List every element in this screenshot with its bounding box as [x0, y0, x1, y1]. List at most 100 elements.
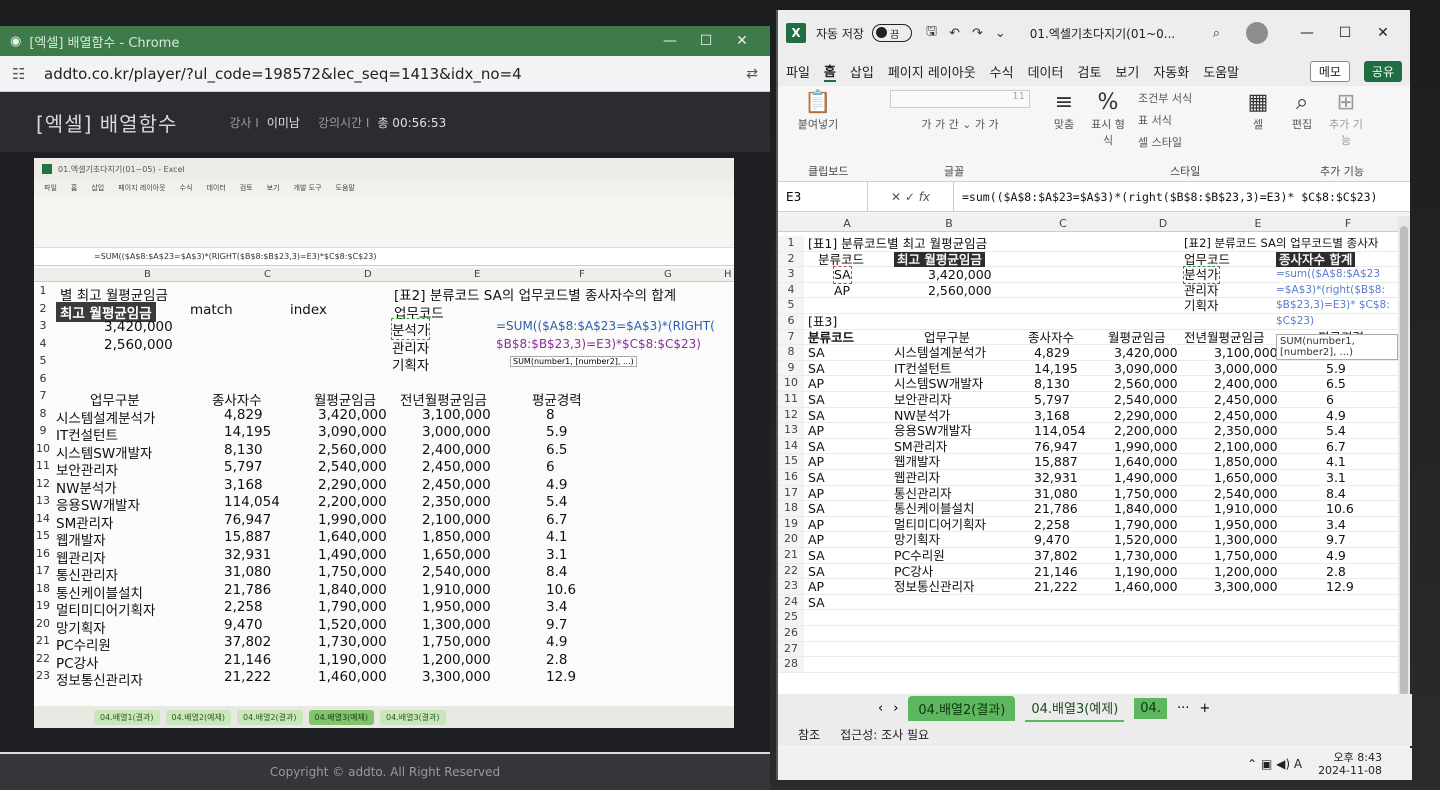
cell[interactable]: 1,190,000: [1114, 564, 1178, 580]
tabs-nav-next[interactable]: ›: [893, 701, 898, 716]
cell[interactable]: 2,450,000: [1214, 392, 1278, 408]
cell[interactable]: $C$23): [1276, 314, 1314, 330]
cell[interactable]: 1,990,000: [1114, 439, 1178, 455]
cell[interactable]: 3,100,000: [1214, 345, 1278, 361]
translate-icon[interactable]: ⇄: [746, 66, 758, 82]
cell[interactable]: 월평균임금: [1108, 330, 1166, 346]
address-bar[interactable]: ☷ addto.co.kr/player/?ul_code=198572&lec…: [0, 56, 770, 92]
cell[interactable]: 5.4: [1326, 423, 1346, 439]
maximize-button[interactable]: ☐: [688, 33, 724, 49]
cell[interactable]: =$A$3)*(right($B$8:: [1276, 283, 1385, 299]
cell[interactable]: SA: [808, 595, 825, 611]
cell[interactable]: AP: [834, 283, 850, 299]
search-icon[interactable]: ⌕: [1213, 26, 1220, 41]
cell[interactable]: [표1] 분류코드별 최고 월평균임금: [808, 236, 987, 252]
cell[interactable]: 3,168: [1034, 408, 1070, 424]
cell[interactable]: 3.4: [1326, 517, 1346, 533]
cell[interactable]: 웹개발자: [894, 454, 940, 470]
cell[interactable]: 4.9: [1326, 548, 1346, 564]
cell[interactable]: 3.1: [1326, 470, 1346, 486]
cell[interactable]: 2,350,000: [1214, 423, 1278, 439]
cell[interactable]: 2,100,000: [1214, 439, 1278, 455]
cell[interactable]: 1,650,000: [1214, 470, 1278, 486]
cell[interactable]: 2.8: [1326, 564, 1346, 580]
cell[interactable]: 분류코드: [818, 252, 864, 268]
url-text[interactable]: addto.co.kr/player/?ul_code=198572&lec_s…: [44, 65, 746, 83]
cell[interactable]: 114,054: [1034, 423, 1086, 439]
cell[interactable]: 멀티미디어기획자: [894, 517, 986, 533]
cell[interactable]: 2,560,000: [928, 283, 992, 299]
share-button[interactable]: 공유: [1363, 60, 1402, 82]
cell[interactable]: PC수리원: [894, 548, 945, 564]
memo-button[interactable]: 메모: [1309, 60, 1350, 82]
cell[interactable]: 1,730,000: [1114, 548, 1178, 564]
ribbon-tab[interactable]: 페이지 레이아웃: [888, 62, 976, 81]
cell[interactable]: 3,420,000: [928, 267, 992, 283]
cell[interactable]: AP: [808, 486, 824, 502]
cell[interactable]: 8,130: [1034, 376, 1070, 392]
cell[interactable]: 37,802: [1034, 548, 1078, 564]
save-icon[interactable]: 🖫: [926, 22, 937, 44]
close-button[interactable]: ✕: [1364, 25, 1402, 41]
cell[interactable]: 10.6: [1326, 501, 1354, 517]
site-settings-icon[interactable]: ☷: [12, 65, 34, 83]
sheet-tab[interactable]: 04.배열3(예제): [1025, 695, 1125, 722]
cell[interactable]: 1,790,000: [1114, 517, 1178, 533]
align-group[interactable]: ≡ 맞춤: [1046, 90, 1082, 132]
sheet-tab[interactable]: 04.배열2(결과): [908, 695, 1016, 721]
cell[interactable]: 1,850,000: [1214, 454, 1278, 470]
cell[interactable]: 5,797: [1034, 392, 1070, 408]
cell[interactable]: 9.7: [1326, 532, 1346, 548]
cell[interactable]: SA: [808, 548, 825, 564]
ribbon-tab[interactable]: 데이터: [1028, 62, 1064, 81]
cell[interactable]: 통신관리자: [894, 486, 952, 502]
cell[interactable]: 1,300,000: [1214, 532, 1278, 548]
cell[interactable]: SA: [808, 408, 825, 424]
cell[interactable]: 2,560,000: [1114, 376, 1178, 392]
cell[interactable]: 분석가: [1183, 266, 1220, 284]
worksheet-grid[interactable]: A B C D E F 1 [표1] 분류코드별 최고 월평균임금 [표2] 분류코드 SA의…: [778, 216, 1398, 694]
cell[interactable]: 1,460,000: [1114, 579, 1178, 595]
cell[interactable]: AP: [808, 454, 824, 470]
cell[interactable]: 응용SW개발자: [894, 423, 972, 439]
font-style-buttons[interactable]: 가 가 간 ⌄ 가 가: [890, 116, 1030, 132]
cell[interactable]: 4.1: [1326, 454, 1346, 470]
cell[interactable]: 8.4: [1326, 486, 1346, 502]
cell[interactable]: 기획자: [1184, 298, 1219, 314]
cell[interactable]: 2,450,000: [1214, 408, 1278, 424]
cell[interactable]: 32,931: [1034, 470, 1078, 486]
cell[interactable]: 14,195: [1034, 361, 1078, 377]
cell[interactable]: 31,080: [1034, 486, 1078, 502]
avatar[interactable]: [1246, 22, 1268, 44]
cell[interactable]: 업무코드: [1184, 252, 1230, 268]
cell[interactable]: NW분석가: [894, 408, 950, 424]
cell[interactable]: 2,400,000: [1214, 376, 1278, 392]
cell[interactable]: SA: [808, 501, 825, 517]
ribbon-tab[interactable]: 파일: [786, 62, 810, 81]
cell[interactable]: 4,829: [1034, 345, 1070, 361]
cell[interactable]: 1,840,000: [1114, 501, 1178, 517]
cell[interactable]: 3,300,000: [1214, 579, 1278, 595]
formula-input[interactable]: =sum(($A$8:$A$23=$A$3)*(right($B$8:$B$23…: [954, 190, 1377, 204]
cells-group[interactable]: ▦ 셀: [1240, 90, 1276, 132]
cell[interactable]: 6.5: [1326, 376, 1346, 392]
cell[interactable]: 종사자수 합계: [1276, 251, 1356, 268]
cell[interactable]: 76,947: [1034, 439, 1078, 455]
cell[interactable]: 분류코드: [808, 330, 854, 346]
cell[interactable]: 2,200,000: [1114, 423, 1178, 439]
cell[interactable]: AP: [808, 532, 824, 548]
paste-group[interactable]: 📋 붙여넣기: [788, 90, 848, 132]
cell[interactable]: 2,540,000: [1114, 392, 1178, 408]
cell[interactable]: SA: [808, 564, 825, 580]
cell[interactable]: 1,950,000: [1214, 517, 1278, 533]
ribbon-tab[interactable]: 삽입: [850, 62, 874, 81]
add-sheet-icon[interactable]: +: [1199, 701, 1210, 716]
accessibility-status[interactable]: 접근성: 조사 필요: [840, 726, 929, 743]
cell[interactable]: SA: [808, 470, 825, 486]
clock[interactable]: 오후 8:43 2024-11-08: [1318, 751, 1382, 777]
cell[interactable]: SA: [808, 345, 825, 361]
font-size-box[interactable]: 11: [890, 90, 1030, 108]
cell[interactable]: 3,090,000: [1114, 361, 1178, 377]
cell[interactable]: IT컨설턴트: [894, 361, 951, 377]
name-box[interactable]: E3: [778, 182, 868, 211]
